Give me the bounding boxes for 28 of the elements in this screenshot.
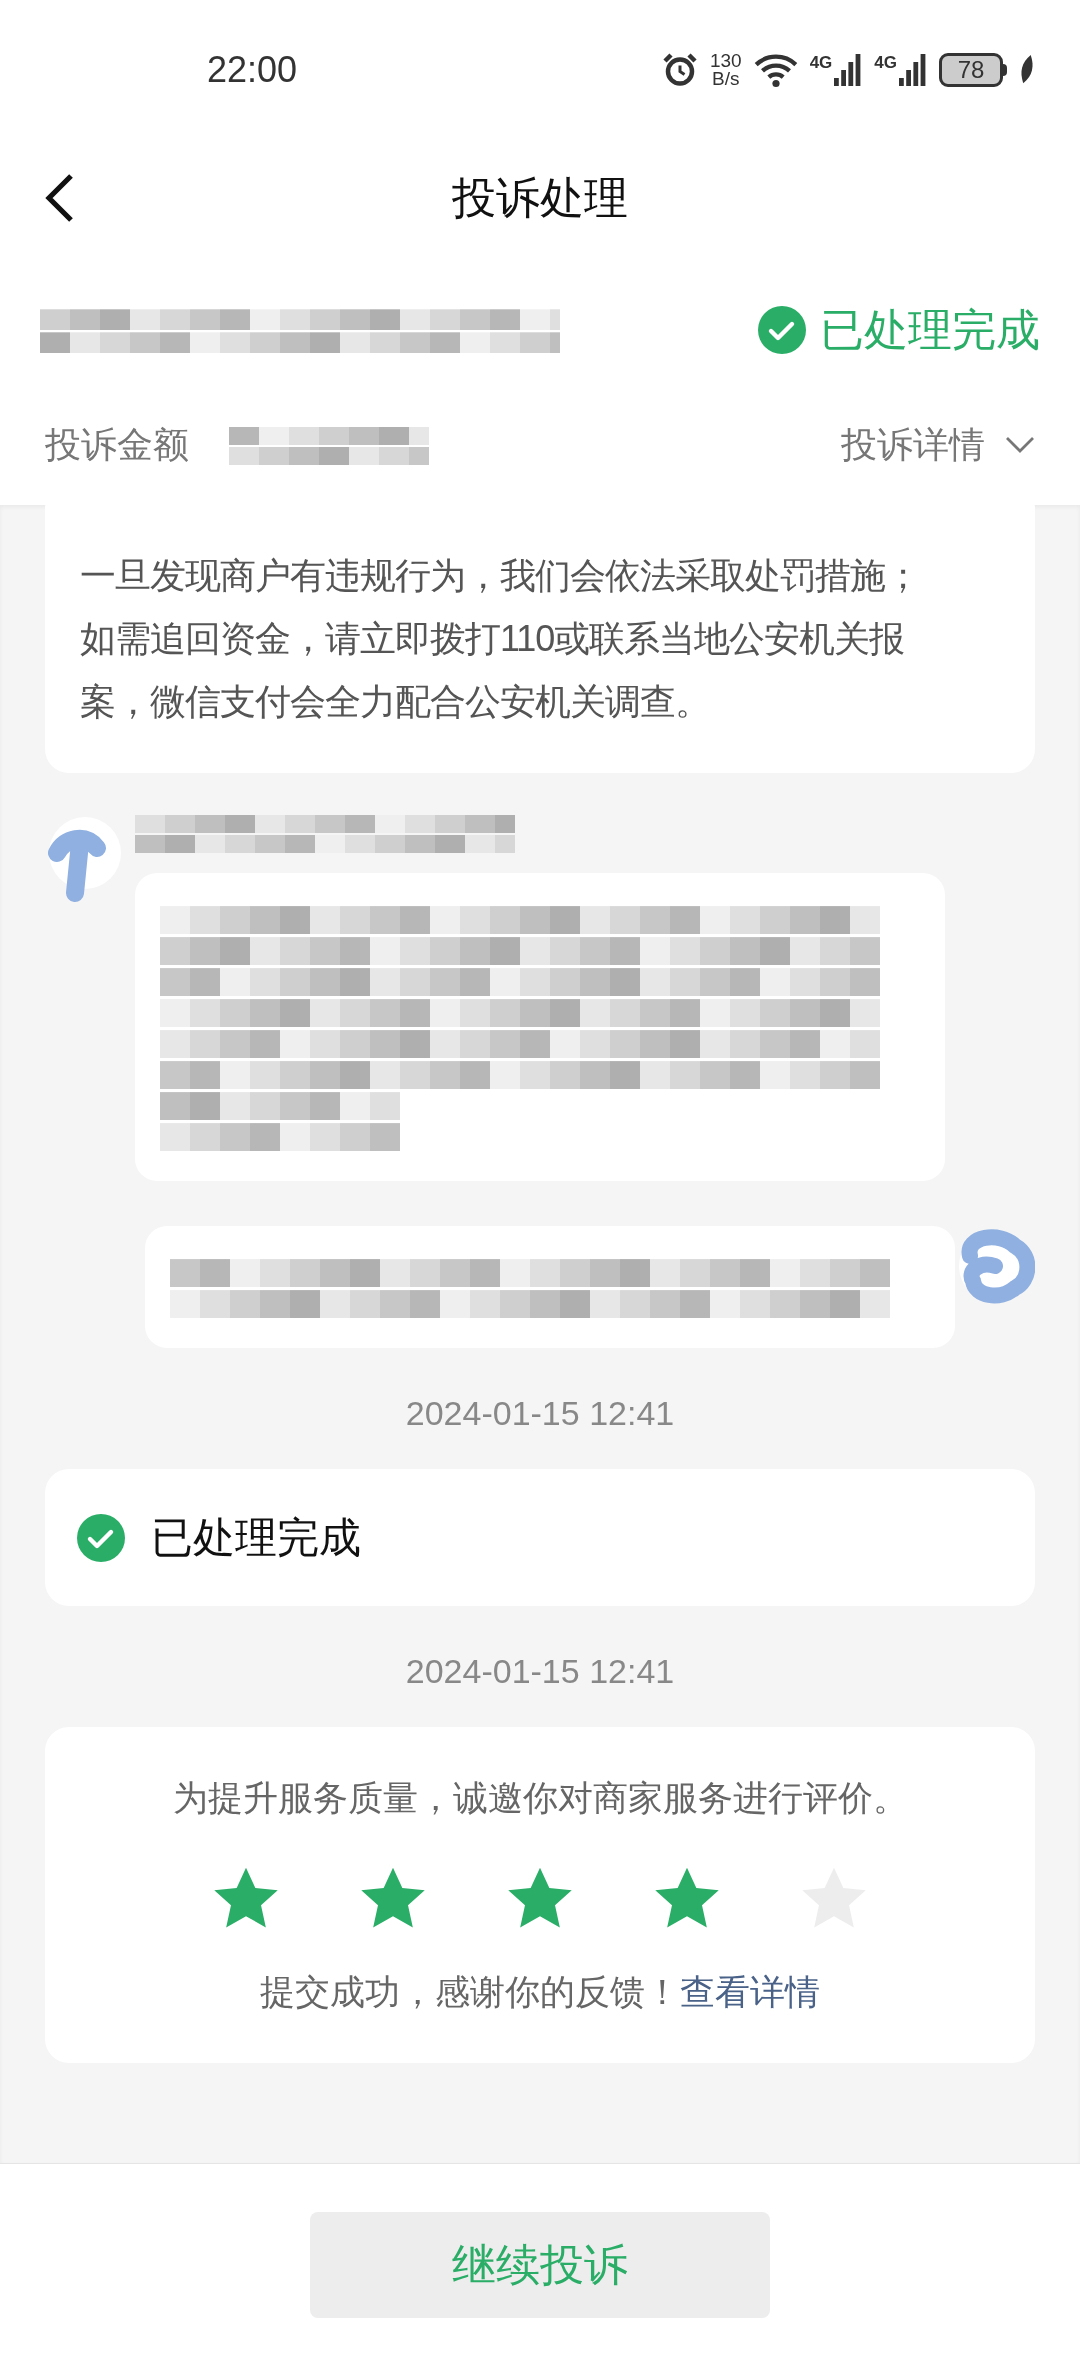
net-speed-unit: B/s xyxy=(712,70,740,88)
rating-prompt: 为提升服务质量，诚邀你对商家服务进行评价。 xyxy=(172,1777,908,1819)
status-time: 22:00 xyxy=(207,48,298,92)
leaf-icon xyxy=(1019,55,1035,85)
network-type: 4G xyxy=(809,54,833,71)
network-type: 4G xyxy=(874,54,897,71)
message-line: 案，微信支付会全力配合公安机关调查。 xyxy=(80,680,711,724)
signal-icon xyxy=(899,54,927,86)
feedback-message: 提交成功，感谢你的反馈！ xyxy=(260,1970,680,2013)
timestamp: 2024-01-15 12:41 xyxy=(405,1651,675,1692)
message-line: 一旦发现商户有违规行为，我们会依法采取处罚措施； xyxy=(80,554,921,598)
signal-icon xyxy=(834,54,863,86)
complaint-status: 已处理完成 xyxy=(820,304,1040,356)
page-title: 投诉处理 xyxy=(452,171,628,224)
status-text: 已处理完成 xyxy=(151,1513,361,1563)
net-speed-value: 130 xyxy=(709,52,742,70)
wifi-icon xyxy=(753,52,798,88)
timestamp: 2024-01-15 12:41 xyxy=(405,1393,675,1434)
continue-complaint-button[interactable]: 继续投诉 xyxy=(310,2212,770,2318)
check-circle-icon xyxy=(758,306,806,354)
battery-indicator: 78 xyxy=(939,53,1007,87)
complaint-details-link[interactable]: 投诉详情 xyxy=(841,418,1035,472)
chevron-down-icon xyxy=(1005,436,1035,454)
amount-label: 投诉金额 xyxy=(45,423,189,467)
check-circle-icon xyxy=(77,1513,125,1562)
alarm-icon xyxy=(661,52,698,88)
view-details-link[interactable]: 查看详情 xyxy=(680,1965,820,2018)
message-line: 如需追回资金，请立即拨打110或联系当地公安机关报 xyxy=(80,617,906,661)
